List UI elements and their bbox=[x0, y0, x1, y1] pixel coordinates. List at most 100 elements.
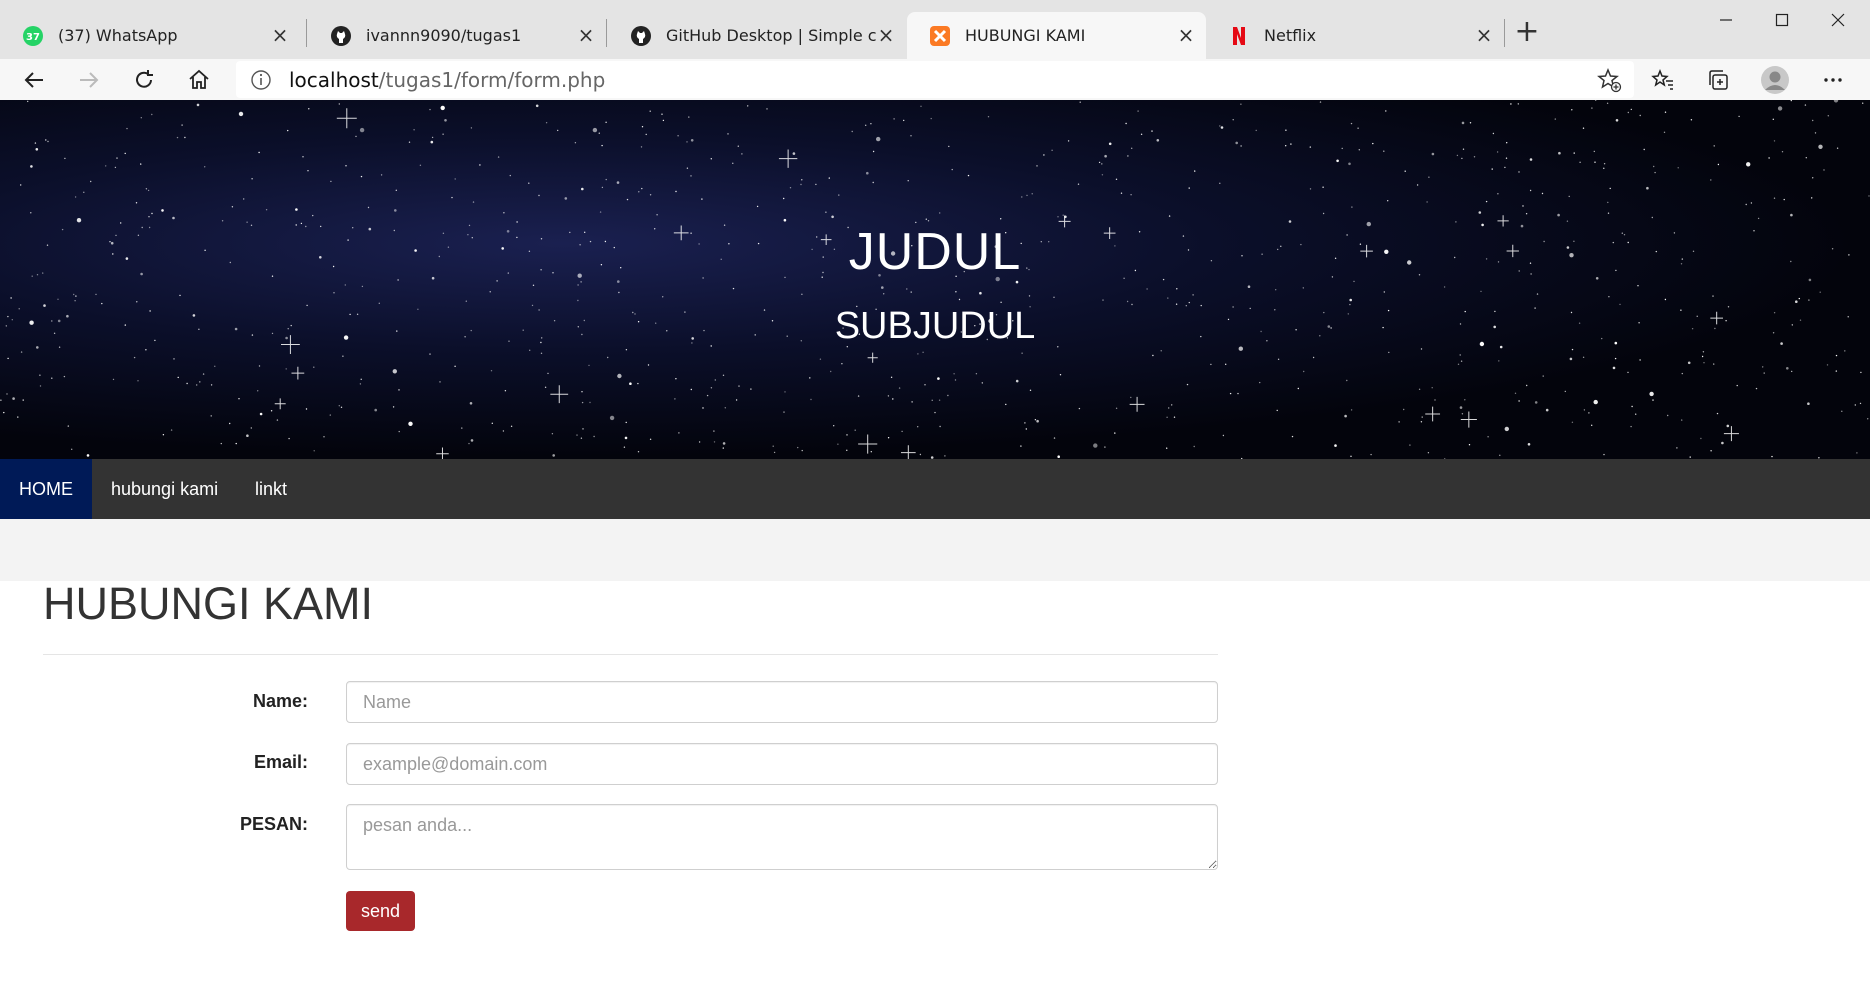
star bbox=[1607, 201, 1609, 204]
star bbox=[342, 355, 344, 357]
collections-button[interactable] bbox=[1701, 63, 1735, 97]
star bbox=[551, 433, 554, 435]
profile-button[interactable] bbox=[1758, 63, 1792, 97]
favorites-button[interactable] bbox=[1646, 63, 1680, 97]
star bbox=[737, 145, 739, 147]
add-favorite-icon[interactable] bbox=[1596, 67, 1622, 93]
star bbox=[469, 402, 473, 405]
star bbox=[288, 437, 290, 440]
star bbox=[45, 139, 47, 141]
more-button[interactable] bbox=[1816, 63, 1850, 97]
email-input[interactable] bbox=[346, 743, 1218, 785]
star bbox=[688, 116, 690, 118]
close-icon[interactable]: × bbox=[576, 25, 596, 45]
star bbox=[1522, 205, 1524, 207]
star bbox=[145, 349, 147, 351]
close-window-button[interactable] bbox=[1810, 0, 1866, 40]
star bbox=[1510, 103, 1512, 105]
info-icon[interactable] bbox=[250, 69, 272, 91]
close-icon[interactable]: × bbox=[1176, 25, 1196, 45]
star bbox=[1702, 351, 1705, 353]
star bbox=[173, 358, 175, 360]
tab-bar: 37 (37) WhatsApp × ivannn9090/tugas1 × G… bbox=[0, 0, 1870, 59]
close-icon[interactable]: × bbox=[270, 25, 290, 45]
star bbox=[1689, 456, 1691, 458]
sparkle-star bbox=[858, 434, 878, 454]
star bbox=[1639, 114, 1641, 117]
name-input[interactable] bbox=[346, 681, 1218, 723]
star bbox=[20, 184, 22, 186]
star bbox=[1302, 287, 1305, 289]
star bbox=[649, 110, 651, 112]
star bbox=[1827, 115, 1830, 117]
star bbox=[638, 191, 640, 193]
star bbox=[229, 422, 231, 425]
star bbox=[1487, 436, 1489, 438]
tab-netflix[interactable]: Netflix × bbox=[1206, 12, 1504, 59]
star bbox=[686, 141, 688, 143]
star bbox=[1000, 218, 1002, 220]
star bbox=[140, 163, 142, 165]
tab-github-repo[interactable]: ivannn9090/tugas1 × bbox=[308, 12, 606, 59]
star bbox=[1762, 366, 1764, 368]
star bbox=[906, 288, 908, 290]
star bbox=[938, 399, 941, 401]
star bbox=[251, 178, 253, 180]
send-button[interactable]: send bbox=[346, 891, 415, 931]
star bbox=[598, 132, 600, 134]
star bbox=[1077, 183, 1080, 185]
tab-whatsapp[interactable]: 37 (37) WhatsApp × bbox=[0, 12, 300, 59]
star bbox=[649, 194, 652, 196]
star bbox=[1603, 167, 1605, 169]
minimize-button[interactable] bbox=[1698, 0, 1754, 40]
star bbox=[1098, 161, 1101, 164]
star bbox=[954, 379, 957, 381]
star bbox=[95, 293, 97, 296]
star bbox=[581, 401, 584, 404]
star bbox=[1712, 295, 1714, 297]
star bbox=[1025, 428, 1028, 430]
star bbox=[1130, 396, 1132, 399]
close-icon[interactable]: × bbox=[1474, 25, 1494, 45]
home-button[interactable] bbox=[182, 63, 216, 97]
star bbox=[1591, 424, 1593, 426]
tab-hubungi-kami[interactable]: HUBUNGI KAMI × bbox=[907, 12, 1206, 59]
star bbox=[1385, 110, 1387, 112]
close-icon[interactable]: × bbox=[876, 25, 896, 45]
star bbox=[472, 201, 475, 203]
star bbox=[1569, 357, 1573, 361]
star bbox=[22, 399, 24, 401]
star bbox=[801, 179, 803, 181]
forward-button[interactable] bbox=[72, 63, 106, 97]
star bbox=[626, 198, 629, 201]
star bbox=[413, 129, 415, 131]
star bbox=[1059, 374, 1062, 376]
star bbox=[1015, 379, 1019, 383]
reload-button[interactable] bbox=[127, 63, 161, 97]
nav-item-linkt[interactable]: linkt bbox=[236, 459, 306, 519]
nav-item-hubungi-kami[interactable]: hubungi kami bbox=[92, 459, 237, 519]
star bbox=[1067, 140, 1070, 142]
main-navbar: HOME hubungi kami linkt bbox=[0, 459, 1870, 519]
message-textarea[interactable] bbox=[346, 804, 1218, 870]
star bbox=[1420, 348, 1423, 350]
star bbox=[1860, 371, 1862, 374]
maximize-button[interactable] bbox=[1754, 0, 1810, 40]
new-tab-button[interactable]: + bbox=[1512, 17, 1542, 47]
star bbox=[1514, 392, 1517, 394]
star bbox=[713, 441, 716, 443]
star bbox=[1460, 360, 1463, 362]
star bbox=[1498, 360, 1500, 362]
star bbox=[1036, 165, 1038, 167]
star bbox=[63, 375, 66, 378]
arrow-right-icon bbox=[80, 72, 99, 88]
nav-item-home[interactable]: HOME bbox=[0, 459, 92, 519]
star bbox=[510, 425, 513, 427]
back-button[interactable] bbox=[17, 63, 51, 97]
address-bar[interactable]: localhost/tugas1/form/form.php bbox=[236, 61, 1634, 98]
tab-github-desktop[interactable]: GitHub Desktop | Simple collabo × bbox=[608, 12, 906, 59]
url-text[interactable]: localhost/tugas1/form/form.php bbox=[289, 68, 605, 92]
star bbox=[114, 166, 117, 169]
star bbox=[784, 391, 786, 393]
star bbox=[1805, 157, 1808, 159]
